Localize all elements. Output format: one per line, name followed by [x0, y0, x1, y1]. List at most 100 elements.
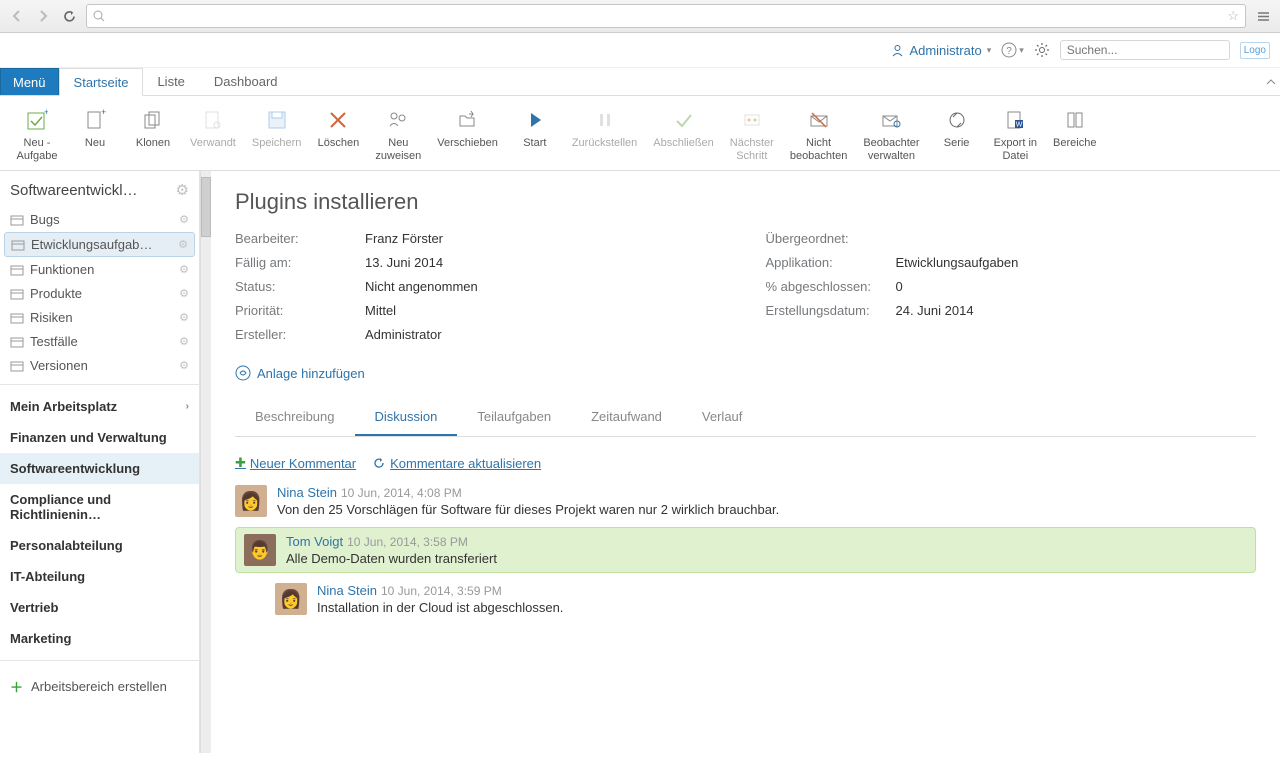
- user-menu[interactable]: Administrato ▾: [891, 43, 991, 58]
- sidebar-section[interactable]: Vertrieb: [0, 592, 199, 623]
- refresh-icon: [372, 456, 386, 470]
- toolbar-doc-link: Verwandt: [186, 104, 240, 164]
- sidebar-tree-item[interactable]: Etwicklungsaufgab…⚙: [4, 232, 195, 257]
- toolbar-doc-new[interactable]: +Neu: [70, 104, 120, 164]
- sidebar-tree-item[interactable]: Risiken⚙: [4, 306, 195, 329]
- gear-icon[interactable]: ⚙: [179, 263, 189, 276]
- gear-icon[interactable]: ⚙: [179, 311, 189, 324]
- back-button[interactable]: [8, 7, 26, 25]
- comment-author[interactable]: Nina Stein: [317, 583, 377, 598]
- comment-author[interactable]: Nina Stein: [277, 485, 337, 500]
- subtab-verlauf[interactable]: Verlauf: [682, 399, 762, 436]
- record-main: Plugins installieren Bearbeiter:Franz Fö…: [211, 171, 1280, 753]
- field-value: Mittel: [365, 303, 396, 318]
- folder-icon: [11, 238, 25, 252]
- toolbar-panels[interactable]: Bereiche: [1049, 104, 1100, 164]
- svg-text:W: W: [1016, 122, 1023, 129]
- field-label: Bearbeiter:: [235, 231, 365, 246]
- toolbar-export[interactable]: WExport in Datei: [990, 104, 1041, 164]
- gear-icon[interactable]: ⚙: [176, 181, 189, 199]
- gear-icon[interactable]: ⚙: [179, 335, 189, 348]
- chevron-right-icon: ›: [186, 401, 189, 412]
- tab-liste[interactable]: Liste: [143, 68, 199, 95]
- sidebar-tree-item[interactable]: Versionen⚙: [4, 354, 195, 377]
- url-input[interactable]: [105, 9, 1227, 24]
- toolbar-watchers[interactable]: Beobachter verwalten: [859, 104, 923, 164]
- toolbar-series[interactable]: Serie: [932, 104, 982, 164]
- comment-text: Von den 25 Vorschlägen für Software für …: [277, 502, 1256, 517]
- watchers-icon: [877, 106, 905, 134]
- subtab-beschreibung[interactable]: Beschreibung: [235, 399, 355, 436]
- help-button[interactable]: ? ▾: [1001, 42, 1024, 58]
- field-value: 24. Juni 2014: [896, 303, 974, 318]
- new-comment-link[interactable]: ✚ Neuer Kommentar: [235, 455, 356, 471]
- gear-icon: [1034, 42, 1050, 58]
- tab-startseite[interactable]: Startseite: [59, 68, 144, 96]
- sidebar-section[interactable]: IT-Abteilung: [0, 561, 199, 592]
- tab-dashboard[interactable]: Dashboard: [200, 68, 293, 95]
- sidebar-tree-header[interactable]: Softwareentwickl… ⚙: [0, 171, 199, 207]
- field-row: % abgeschlossen:0: [766, 279, 1257, 294]
- field-row: Bearbeiter:Franz Förster: [235, 231, 726, 246]
- comment: 👨Tom Voigt10 Jun, 2014, 3:58 PMAlle Demo…: [235, 527, 1256, 573]
- gear-icon[interactable]: ⚙: [179, 213, 189, 226]
- forward-button[interactable]: [34, 7, 52, 25]
- folder-icon: [10, 335, 24, 349]
- settings-button[interactable]: [1034, 42, 1050, 58]
- field-value: 0: [896, 279, 903, 294]
- avatar: 👨: [244, 534, 276, 566]
- folder-icon: [10, 311, 24, 325]
- sidebar-tree-item[interactable]: Bugs⚙: [4, 208, 195, 231]
- toolbar-people[interactable]: Neu zuweisen: [371, 104, 425, 164]
- collapse-tabs-button[interactable]: [1262, 68, 1280, 95]
- sidebar-tree-item[interactable]: Funktionen⚙: [4, 258, 195, 281]
- search-box[interactable]: [1060, 40, 1230, 60]
- comment: 👩Nina Stein10 Jun, 2014, 3:59 PMInstalla…: [275, 583, 1256, 615]
- subtab-teilaufgaben[interactable]: Teilaufgaben: [457, 399, 571, 436]
- toolbar-unwatch[interactable]: Nicht beobachten: [786, 104, 852, 164]
- sidebar-section[interactable]: Compliance und Richtlinienin…: [0, 484, 199, 530]
- toolbar-play[interactable]: Start: [510, 104, 560, 164]
- panels-icon: [1061, 106, 1089, 134]
- subtab-zeitaufwand[interactable]: Zeitaufwand: [571, 399, 682, 436]
- page-title: Plugins installieren: [235, 189, 1256, 215]
- sidebar-section[interactable]: Finanzen und Verwaltung: [0, 422, 199, 453]
- people-icon: [384, 106, 412, 134]
- gear-icon[interactable]: ⚙: [178, 238, 188, 251]
- menu-button[interactable]: Menü: [0, 68, 59, 95]
- comment-text: Alle Demo-Daten wurden transferiert: [286, 551, 1247, 566]
- plus-icon: ＋: [10, 677, 23, 696]
- bookmark-star-icon[interactable]: ☆: [1227, 8, 1239, 24]
- reload-button[interactable]: [60, 7, 78, 25]
- comment: 👩Nina Stein10 Jun, 2014, 4:08 PMVon den …: [235, 485, 1256, 517]
- chevron-down-icon: ▾: [987, 45, 992, 56]
- toolbar-delete[interactable]: Löschen: [313, 104, 363, 164]
- toolbar-save: Speichern: [248, 104, 306, 164]
- toolbar-check: Abschließen: [649, 104, 718, 164]
- sidebar-section[interactable]: Mein Arbeitsplatz›: [0, 391, 199, 422]
- gear-icon[interactable]: ⚙: [179, 287, 189, 300]
- svg-text:+: +: [101, 109, 106, 117]
- sidebar-section[interactable]: Personalabteilung: [0, 530, 199, 561]
- sidebar-tree-item[interactable]: Testfälle⚙: [4, 330, 195, 353]
- gear-icon[interactable]: ⚙: [179, 359, 189, 372]
- create-workspace-button[interactable]: ＋ Arbeitsbereich erstellen: [0, 667, 199, 706]
- sidebar-tree-item[interactable]: Produkte⚙: [4, 282, 195, 305]
- toolbar-docs[interactable]: Klonen: [128, 104, 178, 164]
- sidebar-section[interactable]: Marketing: [0, 623, 199, 654]
- browser-menu-icon[interactable]: [1254, 7, 1272, 25]
- add-attachment-link[interactable]: Anlage hinzufügen: [235, 365, 1256, 381]
- search-input[interactable]: [1067, 43, 1222, 57]
- refresh-comments-link[interactable]: Kommentare aktualisieren: [372, 455, 541, 471]
- sidebar-section[interactable]: Softwareentwicklung: [0, 453, 199, 484]
- sidebar-scrollbar[interactable]: [200, 171, 211, 753]
- browser-chrome: ☆: [0, 0, 1280, 33]
- toolbar-step: Nächster Schritt: [726, 104, 778, 164]
- toolbar-folder-move[interactable]: Verschieben: [433, 104, 502, 164]
- comment-author[interactable]: Tom Voigt: [286, 534, 343, 549]
- check-new-icon: +: [23, 106, 51, 134]
- toolbar-check-new[interactable]: +Neu - Aufgabe: [12, 104, 62, 164]
- doc-link-icon: [199, 106, 227, 134]
- url-bar[interactable]: ☆: [86, 4, 1246, 28]
- subtab-diskussion[interactable]: Diskussion: [355, 399, 458, 436]
